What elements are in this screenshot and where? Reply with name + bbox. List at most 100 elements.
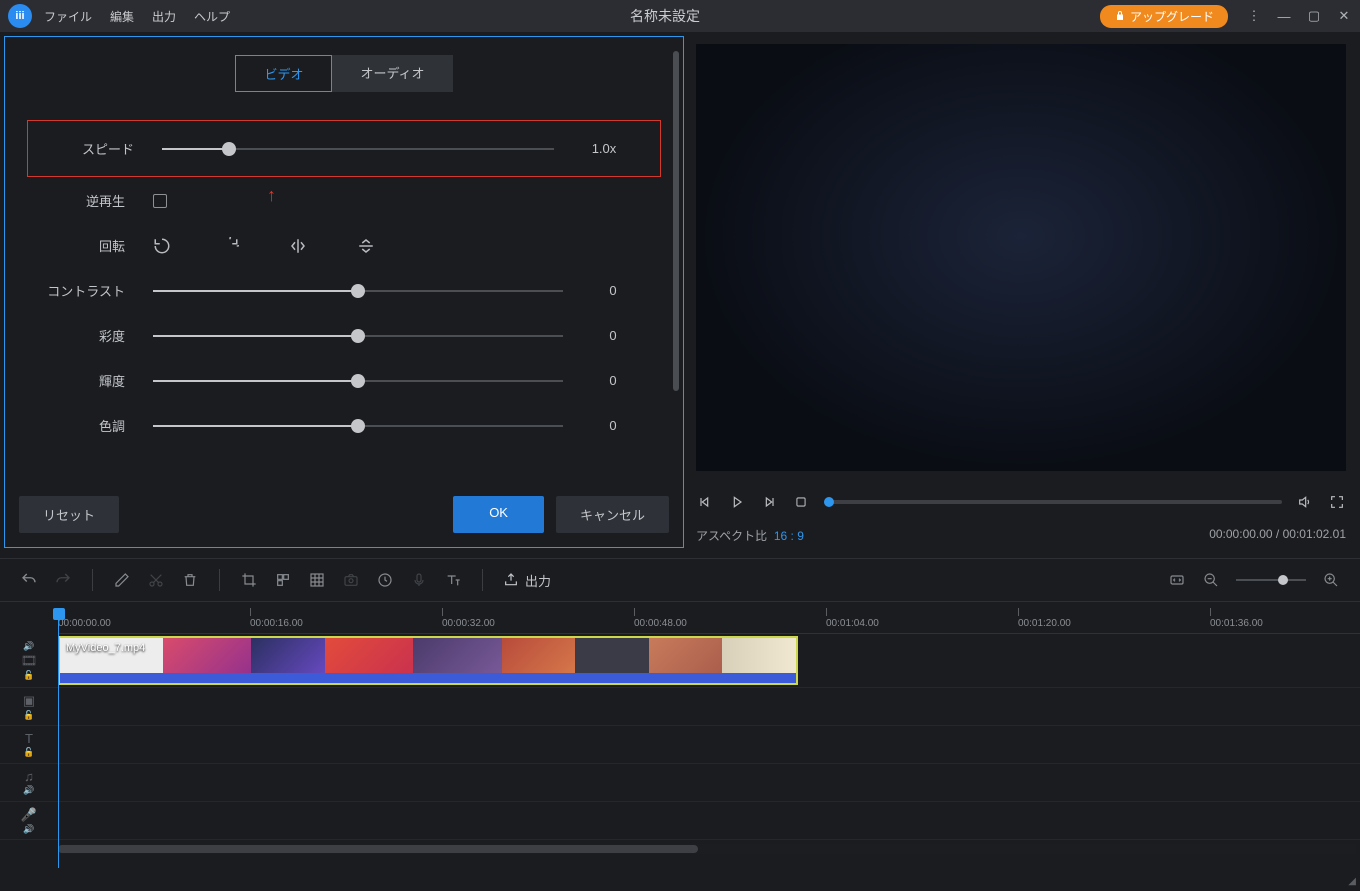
snapshot-icon[interactable] — [342, 571, 360, 589]
fullscreen-icon[interactable] — [1328, 493, 1346, 511]
menu-file[interactable]: ファイル — [44, 8, 92, 25]
video-track[interactable]: 🔊 🎞 🔓 MyVideo_7.mp4 — [0, 634, 1360, 688]
time-tick: 00:00:48.00 — [634, 608, 687, 629]
lock-icon[interactable]: 🔓 — [23, 747, 34, 758]
resize-grip-icon[interactable]: ◢ — [1348, 876, 1356, 887]
player-seek-thumb[interactable] — [824, 497, 834, 507]
time-ruler[interactable]: 00:00:00.00 00:00:16.00 00:00:32.00 00:0… — [58, 608, 1360, 634]
player-controls — [696, 489, 1346, 515]
reverse-row: 逆再生 — [19, 191, 669, 210]
text-track-head: T🔓 — [0, 726, 58, 763]
tab-video[interactable]: ビデオ — [235, 55, 332, 92]
reverse-label: 逆再生 — [43, 191, 125, 210]
clip-audio-wave — [60, 673, 796, 683]
audio-track[interactable]: ♫🔊 — [0, 764, 1360, 802]
menu-edit[interactable]: 編集 — [110, 8, 134, 25]
brightness-label: 輝度 — [43, 371, 125, 390]
brightness-slider-thumb[interactable] — [351, 374, 365, 388]
video-clip[interactable]: MyVideo_7.mp4 — [58, 636, 798, 685]
lock-icon[interactable]: 🔓 — [23, 670, 34, 681]
ok-button[interactable]: OK — [453, 496, 544, 533]
duration-icon[interactable] — [376, 571, 394, 589]
voice-track[interactable]: 🎤🔊 — [0, 802, 1360, 840]
stop-icon[interactable] — [792, 493, 810, 511]
playhead[interactable] — [58, 608, 59, 868]
menu-help[interactable]: ヘルプ — [194, 8, 230, 25]
menu-export[interactable]: 出力 — [152, 8, 176, 25]
speed-slider-thumb[interactable] — [222, 142, 236, 156]
minimize-button[interactable]: — — [1276, 8, 1292, 24]
undo-icon[interactable] — [20, 571, 38, 589]
arrow-annotation: ↑ — [267, 185, 276, 206]
contrast-slider[interactable] — [153, 290, 563, 292]
rotate-cw-icon[interactable] — [221, 237, 239, 255]
prev-frame-icon[interactable] — [696, 493, 714, 511]
zoom-slider[interactable] — [1236, 579, 1306, 581]
contrast-value: 0 — [581, 283, 645, 298]
pip-track[interactable]: ▣🔓 — [0, 688, 1360, 726]
redo-icon[interactable] — [54, 571, 72, 589]
hue-value: 0 — [581, 418, 645, 433]
saturation-slider[interactable] — [153, 335, 563, 337]
export-button[interactable]: 出力 — [503, 571, 551, 590]
crop-icon[interactable] — [240, 571, 258, 589]
speed-slider[interactable] — [162, 148, 554, 150]
speed-row: スピード 1.0x — [27, 120, 661, 177]
contrast-slider-thumb[interactable] — [351, 284, 365, 298]
timeline-scrollbar[interactable] — [58, 844, 1356, 854]
edit-icon[interactable] — [113, 571, 131, 589]
flip-vertical-icon[interactable] — [357, 237, 375, 255]
hue-slider-thumb[interactable] — [351, 419, 365, 433]
mosaic-icon[interactable] — [274, 571, 292, 589]
maximize-button[interactable]: ▢ — [1306, 8, 1322, 24]
close-button[interactable]: ✕ — [1336, 8, 1352, 24]
flip-horizontal-icon[interactable] — [289, 237, 307, 255]
speaker-icon[interactable]: 🔊 — [23, 641, 34, 652]
player-seek[interactable] — [824, 500, 1282, 504]
cut-icon[interactable] — [147, 571, 165, 589]
app-icon: iii — [8, 4, 32, 28]
next-frame-icon[interactable] — [760, 493, 778, 511]
zoom-slider-thumb[interactable] — [1278, 575, 1288, 585]
hue-slider[interactable] — [153, 425, 563, 427]
reverse-checkbox[interactable] — [153, 194, 167, 208]
saturation-slider-thumb[interactable] — [351, 329, 365, 343]
voice-icon[interactable] — [410, 571, 428, 589]
kebab-icon[interactable]: ⋮ — [1246, 8, 1262, 24]
rotate-ccw-icon[interactable] — [153, 237, 171, 255]
delete-icon[interactable] — [181, 571, 199, 589]
reset-button[interactable]: リセット — [19, 496, 119, 533]
voice-track-head: 🎤🔊 — [0, 802, 58, 839]
titlebar: iii ファイル 編集 出力 ヘルプ 名称未設定 アップグレード ⋮ — ▢ ✕ — [0, 0, 1360, 32]
rotate-row: 回転 — [19, 236, 669, 255]
brightness-slider[interactable] — [153, 380, 563, 382]
time-tick: 00:01:20.00 — [1018, 608, 1071, 629]
speaker-icon[interactable]: 🔊 — [23, 785, 34, 796]
saturation-label: 彩度 — [43, 326, 125, 345]
upgrade-button[interactable]: アップグレード — [1100, 5, 1228, 28]
play-icon[interactable] — [728, 493, 746, 511]
panel-scrollbar[interactable] — [673, 51, 679, 391]
brightness-row: 輝度 0 — [19, 371, 669, 390]
text-icon[interactable] — [444, 571, 462, 589]
zoom-in-icon[interactable] — [1322, 571, 1340, 589]
tab-audio[interactable]: オーディオ — [332, 55, 452, 92]
brightness-value: 0 — [581, 373, 645, 388]
aspect-value[interactable]: 16 : 9 — [774, 529, 804, 543]
cancel-button[interactable]: キャンセル — [556, 496, 669, 533]
clip-filename: MyVideo_7.mp4 — [66, 642, 145, 654]
text-track[interactable]: T🔓 — [0, 726, 1360, 764]
lock-icon[interactable]: 🔓 — [23, 710, 34, 721]
time-tick: 00:00:16.00 — [250, 608, 303, 629]
mic-icon: 🎤 — [21, 807, 37, 823]
text-icon: T — [25, 731, 33, 746]
speaker-icon[interactable]: 🔊 — [23, 824, 34, 835]
zoom-out-icon[interactable] — [1202, 571, 1220, 589]
contrast-row: コントラスト 0 — [19, 281, 669, 300]
zoom-fit-icon[interactable] — [1168, 571, 1186, 589]
grid-icon[interactable] — [308, 571, 326, 589]
aspect-label: アスペクト比 — [696, 529, 767, 543]
time-tick: 00:00:32.00 — [442, 608, 495, 629]
volume-icon[interactable] — [1296, 493, 1314, 511]
music-icon: ♫ — [24, 769, 34, 784]
